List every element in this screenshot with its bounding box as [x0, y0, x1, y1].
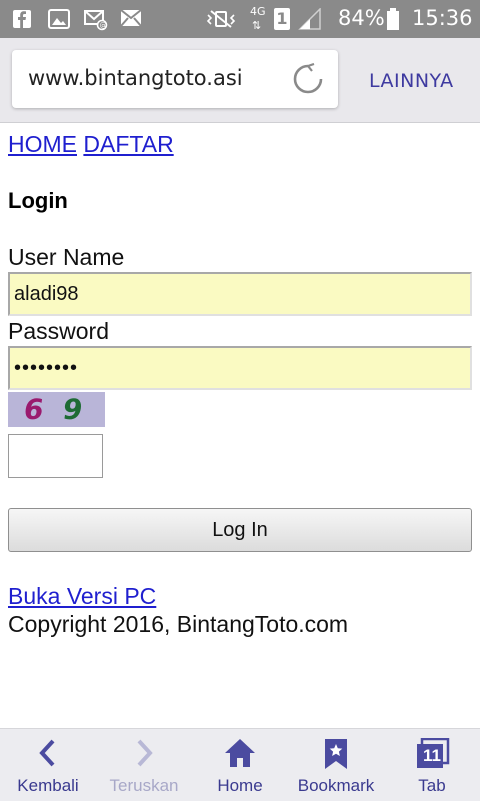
username-field[interactable]: aladi98: [8, 272, 472, 316]
tab-count: 11: [423, 746, 441, 765]
browser-bottom-nav: Kembali Teruskan Home Bookmark 11 Tab: [0, 728, 480, 801]
back-button[interactable]: Kembali: [0, 729, 96, 801]
web-page-content: HOME DAFTAR Login User Name aladi98 Pass…: [0, 122, 480, 728]
tab-label: Tab: [418, 776, 446, 795]
svg-text:@: @: [100, 22, 107, 30]
reload-icon[interactable]: [292, 62, 324, 99]
status-bar: @ 4G ⇅ 1 84% 15:36: [0, 0, 480, 38]
captcha-digit-1: 6: [21, 393, 46, 426]
chevron-right-icon: [96, 738, 192, 772]
battery-icon: [386, 8, 400, 34]
sim-slot-badge: 1: [274, 8, 290, 30]
forward-label: Teruskan: [109, 776, 179, 795]
bookmark-icon: [288, 738, 384, 774]
captcha-image: 6 9: [8, 392, 105, 427]
forward-button[interactable]: Teruskan: [96, 729, 192, 801]
gallery-icon: [48, 9, 70, 33]
home-icon: [192, 738, 288, 772]
chevron-left-icon: [0, 738, 96, 772]
home-button[interactable]: Home: [192, 729, 288, 801]
pc-version-link[interactable]: Buka Versi PC: [8, 583, 156, 610]
home-label: Home: [217, 776, 263, 795]
network-type: 4G: [250, 5, 266, 18]
captcha-input[interactable]: [8, 434, 103, 478]
captcha-digit-2: 9: [60, 393, 85, 426]
back-label: Kembali: [17, 776, 79, 795]
home-link[interactable]: HOME: [8, 131, 77, 157]
address-bar[interactable]: www.bintangtoto.asi: [12, 50, 338, 108]
password-field[interactable]: ••••••••: [8, 346, 472, 390]
password-label: Password: [8, 318, 109, 344]
register-link[interactable]: DAFTAR: [83, 131, 173, 157]
facebook-icon: [12, 9, 32, 33]
top-nav: HOME DAFTAR: [8, 131, 174, 158]
url-text[interactable]: www.bintangtoto.asi: [28, 66, 278, 90]
email-icon: @: [84, 9, 108, 35]
mail-icon: [120, 9, 142, 31]
signal-icon: [298, 7, 322, 34]
login-button[interactable]: Log In: [8, 508, 472, 552]
vibrate-mute-icon: [205, 9, 237, 33]
login-heading: Login: [8, 188, 68, 213]
data-arrows-icon: ⇅: [252, 19, 262, 32]
bookmark-label: Bookmark: [297, 776, 375, 795]
bookmark-button[interactable]: Bookmark: [288, 729, 384, 801]
username-label: User Name: [8, 244, 125, 270]
browser-toolbar: www.bintangtoto.asi LAINNYA: [0, 38, 480, 123]
tab-button[interactable]: 11 Tab: [384, 729, 480, 801]
battery-percent: 84%: [338, 6, 385, 30]
more-menu-button[interactable]: LAINNYA: [369, 70, 454, 92]
clock: 15:36: [412, 6, 473, 30]
copyright-text: Copyright 2016, BintangToto.com: [8, 611, 349, 637]
